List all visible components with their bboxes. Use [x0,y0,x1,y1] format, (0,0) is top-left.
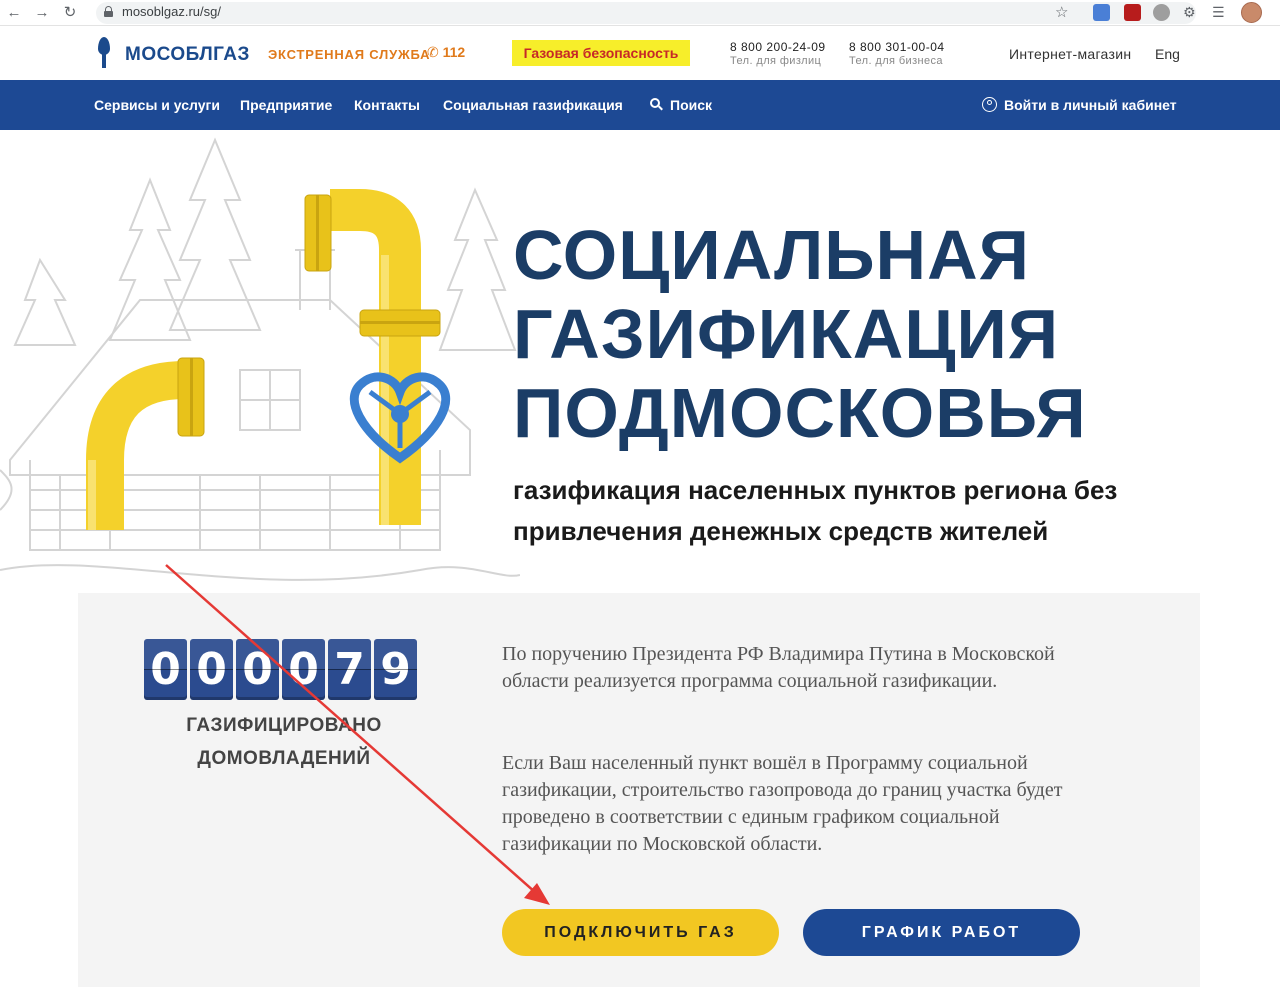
profile-avatar[interactable] [1241,2,1262,23]
phone-business[interactable]: 8 800 301-00-04 Тел. для бизнеса [849,40,945,67]
language-switch-link[interactable]: Eng [1155,46,1180,62]
phone-label: Тел. для бизнеса [849,55,943,67]
counter-caption: ГАЗИФИЦИРОВАНО ДОМОВЛАДЕНИЙ [186,715,382,769]
hero-subtitle: газификация населенных пунктов региона б… [513,475,1118,546]
phone-label: Тел. для физлиц [730,55,822,67]
url-text[interactable]: mosoblgaz.ru/sg/ [122,4,221,20]
address-bar[interactable] [96,2,1196,24]
counter-digit: 7 [328,639,371,700]
counter-digit: 0 [282,639,325,700]
forward-arrow-icon[interactable]: → [32,3,52,23]
emergency-phone-link[interactable]: ✆ 112 [427,44,465,61]
reload-icon[interactable]: ↻ [60,3,80,23]
nav-item-company[interactable]: Предприятие [240,97,332,113]
browser-toolbar: ← → ↻ mosoblgaz.ru/sg/ ☆ ⚙ ☰ [0,0,1280,26]
phone-icon: ✆ [427,44,439,60]
counter-digit: 9 [374,639,417,700]
puzzle-extensions-icon[interactable]: ⚙ [1183,4,1200,21]
phone-individuals[interactable]: 8 800 200-24-09 Тел. для физлиц [730,40,826,67]
info-paragraph-1: По поручению Президента РФ Владимира Пут… [502,643,1055,692]
gasified-counter: 0 0 0 0 7 9 [144,639,417,700]
ublock-extension-icon[interactable] [1124,4,1141,21]
info-paragraph-2: Если Ваш населенный пункт вошёл в Програ… [502,752,1063,855]
hero-section: СОЦИАЛЬНАЯ ГАЗИФИКАЦИЯ ПОДМОСКОВЬЯ газиф… [0,130,1280,600]
connect-gas-button[interactable]: ПОДКЛЮЧИТЬ ГАЗ [502,909,779,956]
phone-number: 8 800 200-24-09 [730,40,826,54]
bookmark-star-icon[interactable]: ☆ [1055,3,1068,21]
main-navbar: Сервисы и услуги Предприятие Контакты Со… [0,80,1280,130]
hero-title: СОЦИАЛЬНАЯ ГАЗИФИКАЦИЯ ПОДМОСКОВЬЯ [513,216,1087,452]
site-header: МОСОБЛГАЗ ЭКСТРЕННАЯ СЛУЖБА ✆ 112 Газова… [0,27,1280,80]
flame-logo-icon[interactable] [96,37,112,69]
info-panel: 0 0 0 0 7 9 ГАЗИФИЦИРОВАНО ДОМОВЛАДЕНИЙ … [78,593,1200,987]
emergency-service-label: ЭКСТРЕННАЯ СЛУЖБА [268,47,431,62]
hero-illustration [0,137,520,581]
nav-item-social-gasification[interactable]: Социальная газификация [443,97,623,113]
globe-extension-icon[interactable] [1153,4,1170,21]
work-schedule-button[interactable]: ГРАФИК РАБОТ [803,909,1080,956]
back-arrow-icon[interactable]: ← [4,3,24,23]
nav-item-search[interactable]: Поиск [670,97,712,113]
user-icon[interactable] [982,97,997,112]
counter-digit: 0 [144,639,187,700]
phone-number: 8 800 301-00-04 [849,40,945,54]
nav-item-services[interactable]: Сервисы и услуги [94,97,220,113]
nav-item-login[interactable]: Войти в личный кабинет [1004,97,1177,113]
lock-icon [104,6,113,17]
counter-digit: 0 [190,639,233,700]
emergency-phone-number: 112 [442,44,466,60]
translate-extension-icon[interactable] [1093,4,1110,21]
counter-digit: 0 [236,639,279,700]
gas-safety-link[interactable]: Газовая безопасность [512,40,690,66]
logo-text[interactable]: МОСОБЛГАЗ [125,44,250,66]
online-shop-link[interactable]: Интернет-магазин [1009,46,1131,62]
search-icon[interactable] [650,98,663,111]
nav-item-contacts[interactable]: Контакты [354,97,420,113]
media-queue-icon[interactable]: ☰ [1212,4,1229,21]
